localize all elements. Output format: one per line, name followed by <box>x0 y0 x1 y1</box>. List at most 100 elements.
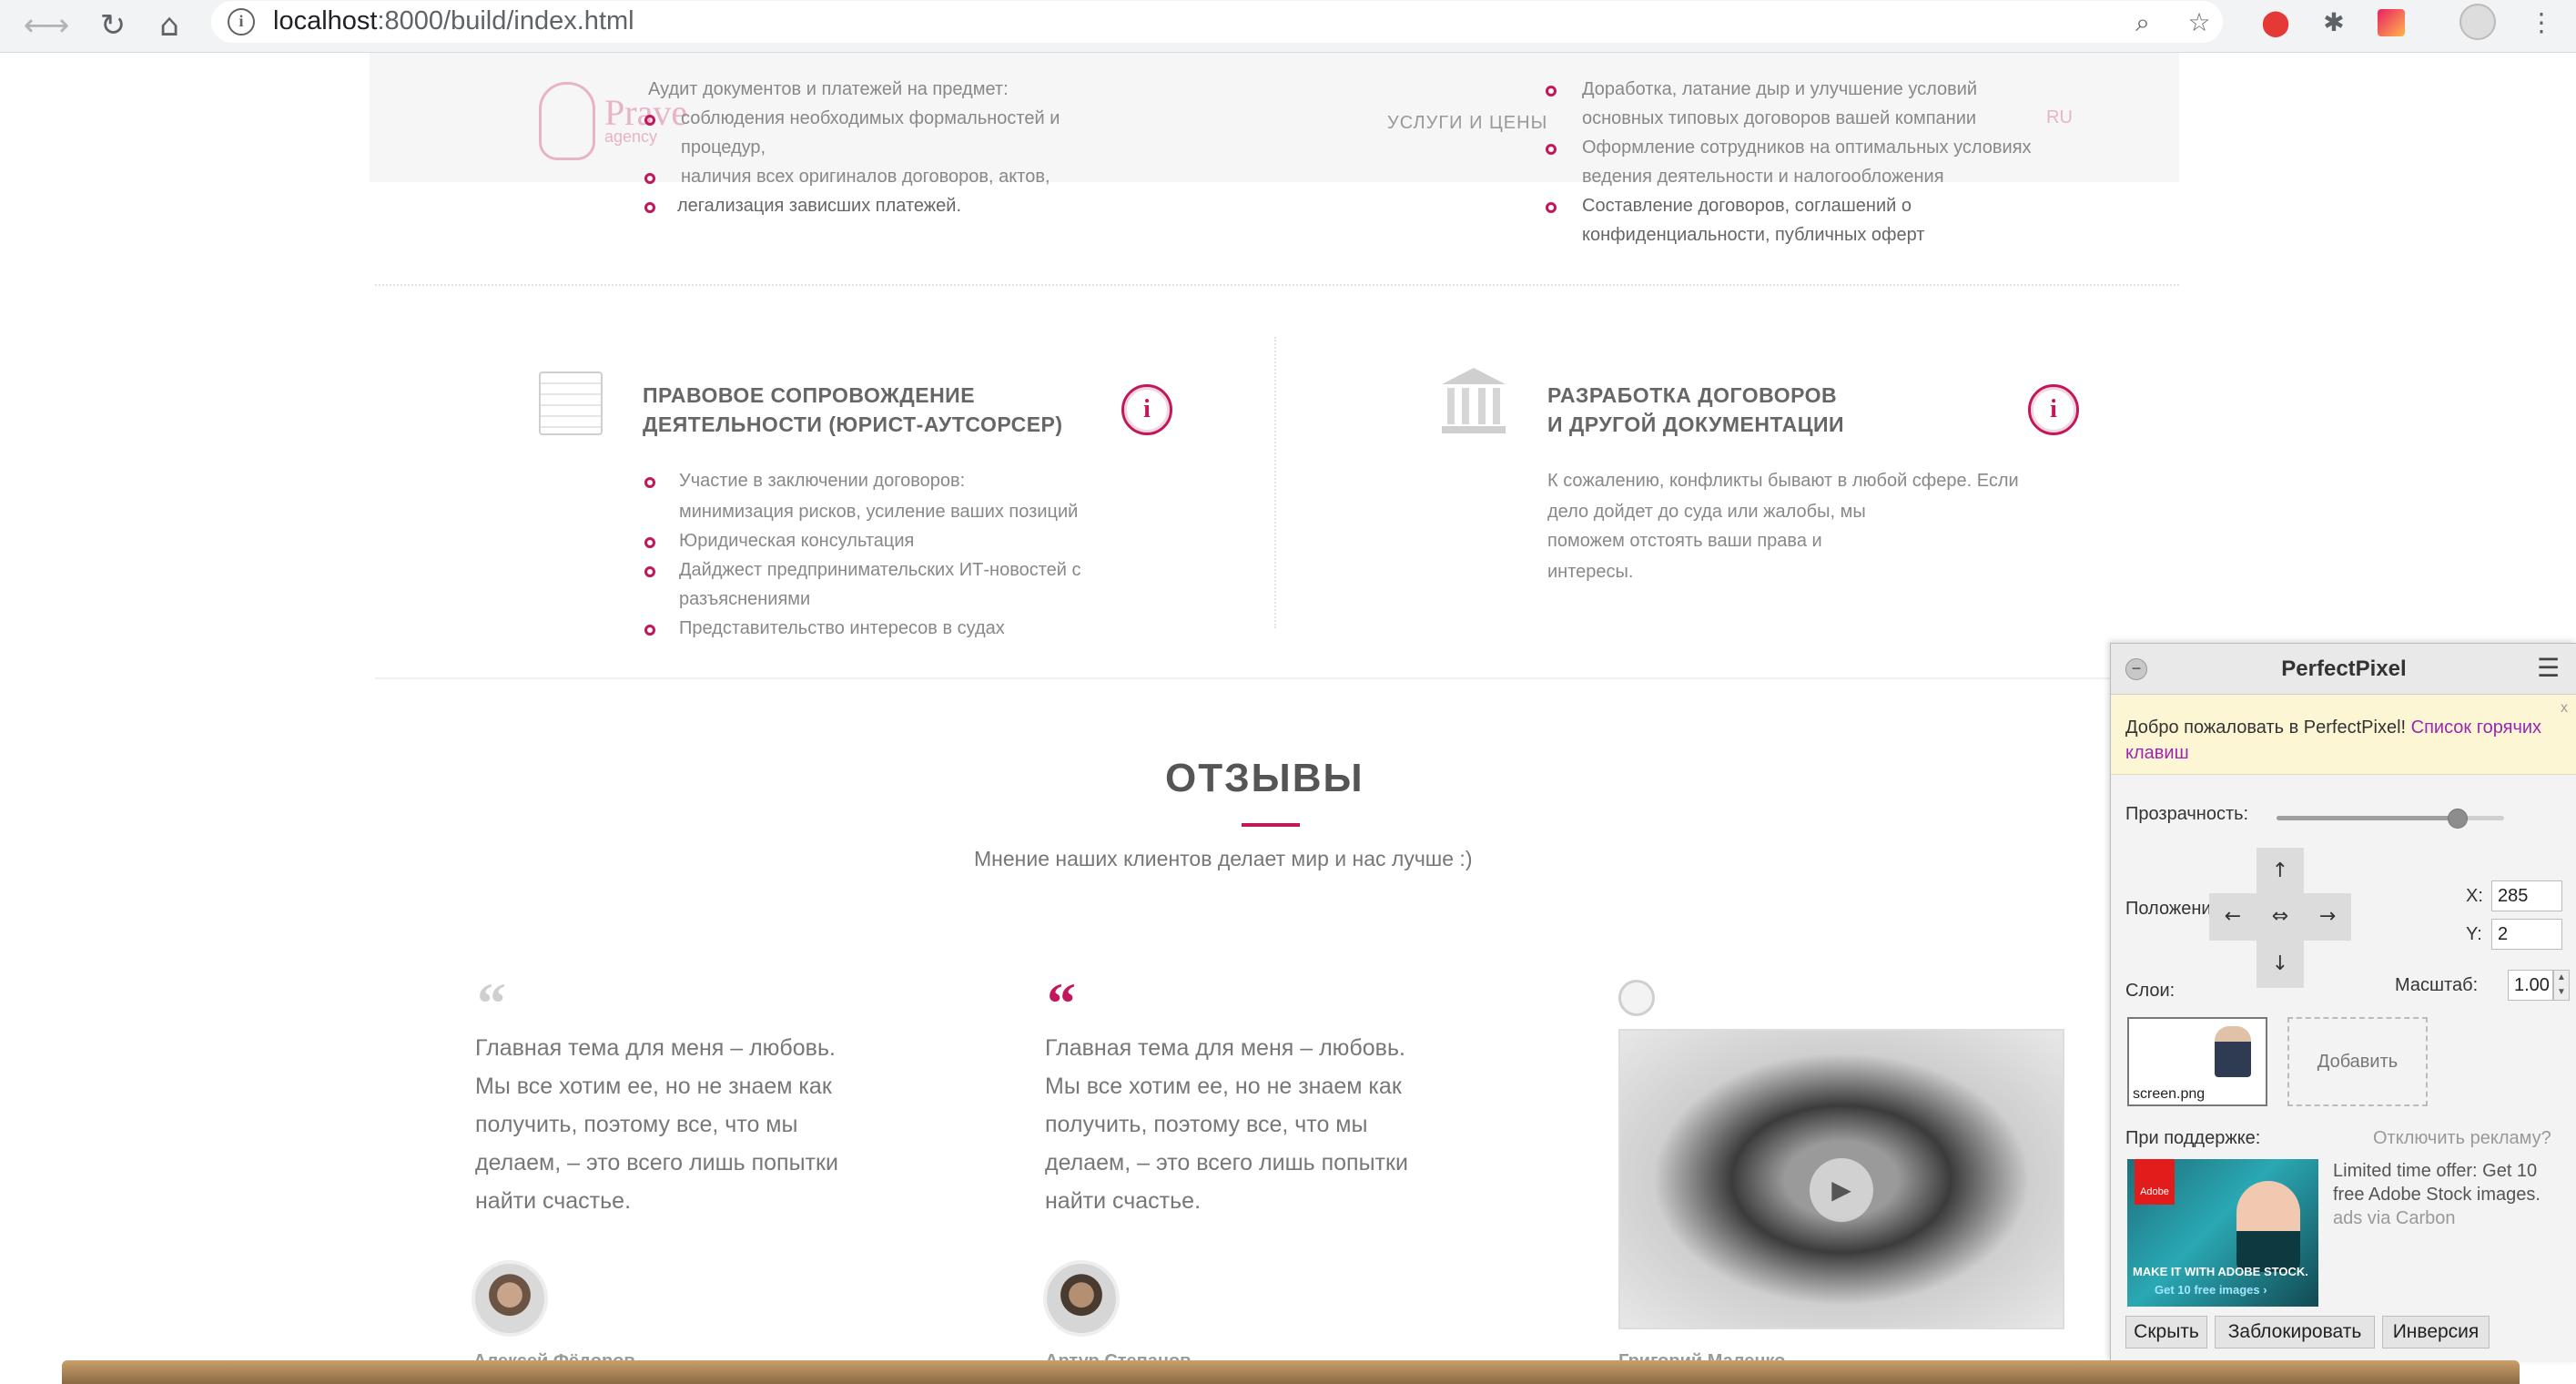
review-text: Мы все хотим ее, но не знаем как <box>475 1074 832 1099</box>
nav-services[interactable]: УСЛУГИ И ЦЕНЫ <box>1387 113 1547 134</box>
disable-ads-link[interactable]: Отключить рекламу? <box>2373 1128 2551 1149</box>
review-text: Главная тема для меня – любовь. <box>475 1035 836 1061</box>
ad-banner-title: MAKE IT WITH ADOBE STOCK. <box>2133 1265 2308 1278</box>
lang-switch[interactable]: RU <box>2046 107 2073 128</box>
perfectpixel-extension-icon[interactable] <box>2378 9 2405 36</box>
opacity-slider-handle[interactable] <box>2448 809 2468 829</box>
profile-icon[interactable] <box>2459 4 2496 40</box>
hide-button[interactable]: Скрыть <box>2125 1316 2207 1348</box>
layer-filename: screen.png <box>2133 1086 2206 1103</box>
review-text: Главная тема для меня – любовь. <box>1045 1035 1405 1061</box>
arrow-up-icon[interactable]: ↑ <box>2257 848 2304 895</box>
opacity-label: Прозрачность: <box>2125 804 2249 824</box>
list-item: Доработка, латание дыр и улучшение услов… <box>1582 79 1978 99</box>
ad-portrait <box>2236 1181 2300 1272</box>
service-title: ПРАВОВОЕ СОПРОВОЖДЕНИЕ <box>643 383 976 407</box>
opera-icon[interactable]: ⬤ <box>2257 5 2294 41</box>
quote-icon: “ <box>1047 971 1076 1035</box>
list-item: наличия всех оригиналов договоров, актов… <box>681 167 1050 187</box>
list-item: Юридическая консультация <box>679 531 915 551</box>
ad-text[interactable]: Limited time offer: Get 10 free Adobe St… <box>2333 1159 2570 1230</box>
home-icon[interactable]: ⌂ <box>149 5 189 46</box>
system-dock <box>62 1360 2520 1384</box>
play-icon[interactable]: ▶ <box>1810 1158 1873 1222</box>
zoom-icon[interactable]: ⌕ <box>2125 5 2161 41</box>
y-input[interactable]: 2 <box>2491 919 2562 950</box>
arrow-left-icon[interactable]: ← <box>2209 893 2257 941</box>
bullet <box>644 202 655 213</box>
url-path: :8000/build/index.html <box>377 6 634 36</box>
review-text: делаем, – это всего лишь попытки <box>475 1150 838 1175</box>
ad-image[interactable]: Adobe MAKE IT WITH ADOBE STOCK. Get 10 f… <box>2127 1159 2318 1307</box>
support-label: При поддержке: <box>2125 1128 2261 1148</box>
review-text: найти счастье. <box>1045 1188 1202 1214</box>
close-icon[interactable]: x <box>2561 700 2568 717</box>
extension-icon[interactable]: ✱ <box>2316 5 2352 41</box>
logo-sub: agency <box>604 127 658 146</box>
divider <box>375 677 2110 679</box>
list-item: Участие в заключении договоров: <box>679 471 966 491</box>
review-text: делаем, – это всего лишь попытки <box>1045 1150 1408 1175</box>
bullet <box>1546 144 1557 155</box>
list-item: соблюдения необходимых формальностей и <box>681 108 1060 128</box>
info-icon[interactable]: i <box>228 8 255 36</box>
bullet <box>644 173 655 184</box>
heading-underline <box>1242 823 1300 827</box>
review-text: найти счастье. <box>475 1188 632 1214</box>
scale-input[interactable]: 1.00 <box>2508 970 2553 1001</box>
arrow-down-icon[interactable]: ↓ <box>2257 941 2304 988</box>
star-icon[interactable]: ☆ <box>2181 5 2217 41</box>
layer-thumbnail[interactable]: screen.png <box>2127 1017 2267 1106</box>
list-item: Представительство интересов в судах <box>679 618 1005 638</box>
service-title: РАЗРАБОТКА ДОГОВОРОВ <box>1547 383 1838 407</box>
bullet <box>644 625 655 636</box>
service-text: интересы. <box>1547 562 1634 582</box>
center-icon[interactable]: ⇔ <box>2257 893 2304 941</box>
bullet <box>1546 202 1557 213</box>
x-input[interactable]: 285 <box>2491 880 2562 911</box>
bank-icon <box>1442 368 1506 435</box>
reviews-heading: ОТЗЫВЫ <box>1165 756 1364 800</box>
menu-icon[interactable]: ⋮ <box>2523 5 2560 41</box>
bullet <box>644 477 655 488</box>
list-item: разъяснениями <box>679 589 811 609</box>
forward-icon[interactable]: → <box>36 5 76 46</box>
service-text: К сожалению, конфликты бывают в любой сф… <box>1547 471 2019 491</box>
scale-stepper[interactable]: ▲ ▼ <box>2553 970 2570 1001</box>
arrow-right-icon[interactable]: → <box>2304 893 2351 941</box>
lock-button[interactable]: Заблокировать <box>2215 1316 2375 1348</box>
list-item: легализация зависших платежей. <box>677 196 962 216</box>
hamburger-icon[interactable]: ☰ <box>2537 653 2560 683</box>
bullet <box>644 537 655 548</box>
layers-label: Слои: <box>2125 981 2175 1001</box>
bullet <box>1546 86 1557 97</box>
invert-button[interactable]: Инверсия <box>2382 1316 2490 1348</box>
reload-icon[interactable]: ↻ <box>93 5 133 46</box>
list-item: основных типовых договоров вашей компани… <box>1582 108 1977 128</box>
list-item: процедур, <box>681 137 766 158</box>
browser-toolbar: ← → ↻ ⌂ i localhost:8000/build/index.htm… <box>0 0 2576 53</box>
list-item: Дайджест предпринимательских ИТ-новостей… <box>679 560 1081 580</box>
review-text: Мы все хотим ее, но не знаем как <box>1045 1074 1402 1099</box>
top-left-intro: Аудит документов и платежей на предмет: <box>648 79 1009 99</box>
url-host: localhost <box>273 6 378 36</box>
welcome-text: Добро пожаловать в PerfectPixel! Список … <box>2125 715 2544 766</box>
welcome-message: Добро пожаловать в PerfectPixel! <box>2125 717 2407 738</box>
scale-label: Масштаб: <box>2395 975 2479 995</box>
bullet <box>644 115 655 126</box>
service-text: дело дойдет до суда или жалобы, мы <box>1547 502 1866 522</box>
avatar <box>1043 1260 1120 1337</box>
info-button[interactable]: i <box>2028 384 2079 435</box>
panel-title: PerfectPixel <box>2281 656 2407 681</box>
list-item: конфиденциальности, публичных оферт <box>1582 225 1925 245</box>
url-text[interactable]: localhost:8000/build/index.html <box>273 6 634 36</box>
add-layer-button[interactable]: Добавить <box>2287 1017 2428 1106</box>
info-button[interactable]: i <box>1121 384 1172 435</box>
list-item: минимизация рисков, усиление ваших позиц… <box>679 502 1079 522</box>
video-icon <box>1618 980 1655 1016</box>
quote-icon: “ <box>477 971 506 1035</box>
ad-via: ads via Carbon <box>2333 1208 2456 1228</box>
perfectpixel-panel: − PerfectPixel ☰ Добро пожаловать в Perf… <box>2110 643 2576 1362</box>
adobe-logo: Adobe <box>2135 1159 2175 1205</box>
avatar <box>472 1260 548 1337</box>
